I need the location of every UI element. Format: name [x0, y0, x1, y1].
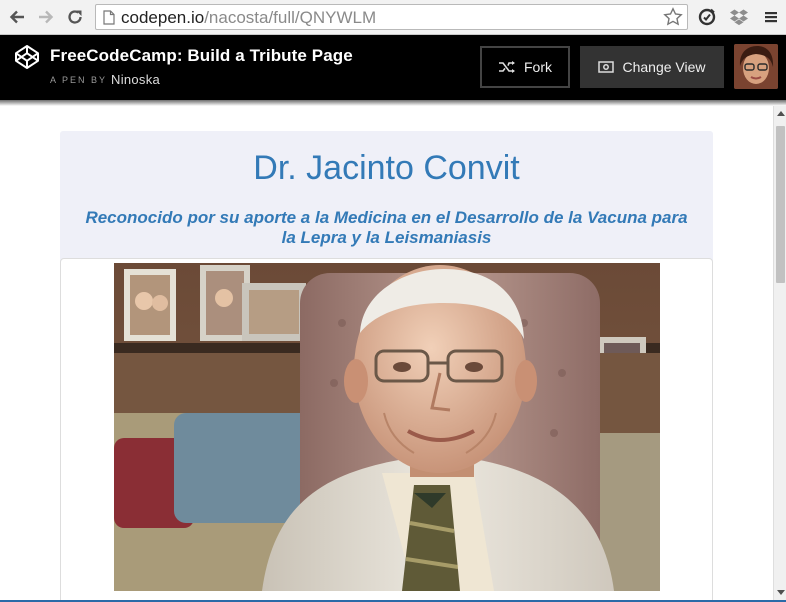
page-title: Dr. Jacinto Convit: [253, 149, 520, 187]
forward-arrow-icon: [39, 10, 54, 24]
scrollbar-thumb[interactable]: [776, 126, 785, 283]
dropbox-icon: [730, 9, 748, 26]
user-avatar[interactable]: [734, 44, 778, 89]
tribute-photo: [114, 263, 660, 591]
browser-menu-button[interactable]: [760, 6, 782, 28]
page-icon: [103, 10, 115, 25]
sync-extension-button[interactable]: [696, 6, 718, 28]
url-text: codepen.io/nacosta/full/QNYWLM: [121, 8, 376, 28]
address-bar[interactable]: codepen.io/nacosta/full/QNYWLM: [95, 4, 688, 30]
codepen-logo-icon[interactable]: [14, 44, 40, 70]
forward-button[interactable]: [35, 6, 57, 28]
pen-title: FreeCodeCamp: Build a Tribute Page: [50, 46, 353, 65]
browser-toolbar: codepen.io/nacosta/full/QNYWLM: [0, 0, 786, 35]
back-button[interactable]: [6, 6, 28, 28]
fork-icon: [499, 61, 515, 73]
pen-preview: Dr. Jacinto Convit Reconocido por su apo…: [0, 106, 773, 600]
change-view-button-label: Change View: [622, 59, 706, 75]
back-arrow-icon: [9, 10, 24, 24]
scroll-down-button[interactable]: [775, 587, 786, 597]
url-host: codepen.io: [121, 8, 205, 27]
menu-icon: [765, 12, 777, 23]
reload-button[interactable]: [64, 6, 86, 28]
eye-icon: [598, 61, 615, 73]
reload-icon: [68, 10, 82, 24]
codepen-header: FreeCodeCamp: Build a Tribute Page A PEN…: [0, 35, 786, 100]
star-icon[interactable]: [663, 7, 683, 27]
page-subtitle: Reconocido por su aporte a la Medicina e…: [85, 208, 688, 247]
jumbotron: Dr. Jacinto Convit Reconocido por su apo…: [60, 131, 713, 600]
fork-button[interactable]: Fork: [480, 46, 570, 88]
change-view-button[interactable]: Change View: [580, 46, 724, 88]
page-scrollbar[interactable]: [773, 106, 786, 600]
scroll-down-arrow-icon: [776, 589, 785, 595]
fork-button-label: Fork: [524, 59, 552, 75]
pen-by-label: A PEN BY: [50, 75, 108, 85]
dropbox-button[interactable]: [728, 6, 750, 28]
pen-author-link[interactable]: Ninoska: [111, 72, 160, 87]
image-thumbnail: [60, 258, 713, 600]
scroll-up-button[interactable]: [775, 108, 786, 118]
scroll-up-arrow-icon: [776, 110, 785, 116]
sync-extension-icon: [698, 8, 716, 26]
url-path: /nacosta/full/QNYWLM: [204, 8, 377, 27]
